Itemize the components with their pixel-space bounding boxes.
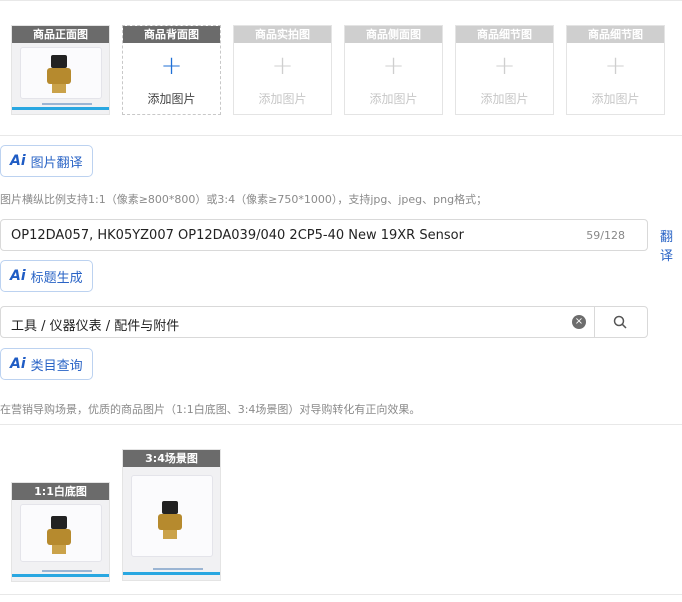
plus-icon[interactable]: + [345, 53, 442, 79]
image-translate-button[interactable]: Ai 图片翻译 [0, 145, 93, 177]
search-icon [613, 315, 627, 329]
category-input[interactable]: 工具 / 仪器仪表 / 配件与附件 × [0, 306, 596, 338]
top-divider [0, 0, 682, 1]
sensor-thread [163, 530, 177, 539]
label-color-strip [12, 574, 109, 577]
title-input[interactable]: OP12DA057, HK05YZ007 OP12DA039/040 2CP5-… [0, 219, 648, 251]
sensor-hex-body [47, 68, 71, 84]
sensor-thread [52, 545, 66, 554]
ai-icon: Ai [10, 153, 26, 169]
image-slot-label: 商品实拍图 [234, 26, 331, 43]
image-slot-label: 商品侧面图 [345, 26, 442, 43]
category-query-button[interactable]: Ai 类目查询 [0, 348, 93, 380]
add-image-text[interactable]: 添加图片 [123, 90, 220, 107]
title-input-value[interactable]: OP12DA057, HK05YZ007 OP12DA039/040 2CP5-… [11, 228, 464, 243]
product-photo-white[interactable] [12, 500, 109, 581]
label-text-strip [42, 103, 92, 105]
add-image-text[interactable]: 添加图片 [234, 90, 331, 107]
plus-icon[interactable]: + [123, 53, 220, 79]
image-slot-front[interactable]: 商品正面图 [11, 25, 110, 115]
add-image-text[interactable]: 添加图片 [345, 90, 442, 107]
ai-icon: Ai [10, 356, 26, 372]
category-search-button[interactable] [594, 306, 648, 338]
title-generate-label: 标题生成 [30, 270, 83, 286]
image-slot-label: 商品细节图 [567, 26, 664, 43]
divider [0, 424, 682, 425]
sensor-hex-body [158, 514, 182, 530]
scene-image-hint: 在营销导购场景，优质的商品图片（1:1白底图、3:4场景图）对导购转化有正向效果… [0, 403, 421, 416]
product-photo-front[interactable] [12, 43, 109, 114]
image-slot-real-shot[interactable]: 商品实拍图 + 添加图片 [233, 25, 332, 115]
image-slot-detail-2[interactable]: 商品细节图 + 添加图片 [566, 25, 665, 115]
category-input-value[interactable]: 工具 / 仪器仪表 / 配件与附件 [11, 315, 179, 334]
sensor-thread [52, 84, 66, 93]
label-color-strip [12, 107, 109, 110]
clear-icon[interactable]: × [572, 315, 586, 329]
image-slot-back[interactable]: 商品背面图 + 添加图片 [122, 25, 221, 115]
label-text-strip [42, 570, 92, 572]
scene-image[interactable]: 3:4场景图 [122, 449, 221, 581]
image-format-hint: 图片横纵比例支持1:1（像素≥800*800）或3:4（像素≥750*1000）… [0, 193, 488, 206]
image-slot-side[interactable]: 商品侧面图 + 添加图片 [344, 25, 443, 115]
sensor-connector [162, 501, 178, 514]
category-query-label: 类目查询 [30, 358, 83, 374]
sensor-connector [51, 55, 67, 68]
sensor-connector [51, 516, 67, 529]
label-color-strip [123, 572, 220, 575]
label-text-strip [153, 568, 203, 570]
image-slot-detail-1[interactable]: 商品细节图 + 添加图片 [455, 25, 554, 115]
title-char-counter: 59/128 [586, 229, 625, 242]
scene-image-label: 1:1白底图 [12, 483, 109, 500]
image-translate-label: 图片翻译 [30, 155, 83, 171]
translate-link[interactable]: 翻译 [660, 226, 682, 264]
ai-icon: Ai [10, 268, 26, 284]
sensor-hex-body [47, 529, 71, 545]
product-photo-scene[interactable] [123, 467, 220, 580]
white-background-image[interactable]: 1:1白底图 [11, 482, 110, 582]
bottom-divider [0, 594, 682, 595]
add-image-text[interactable]: 添加图片 [456, 90, 553, 107]
plus-icon[interactable]: + [567, 53, 664, 79]
plus-icon[interactable]: + [456, 53, 553, 79]
add-image-text[interactable]: 添加图片 [567, 90, 664, 107]
image-slot-label: 商品正面图 [12, 26, 109, 43]
divider [0, 135, 682, 136]
scene-image-label: 3:4场景图 [123, 450, 220, 467]
image-slot-label: 商品细节图 [456, 26, 553, 43]
title-generate-button[interactable]: Ai 标题生成 [0, 260, 93, 292]
image-slot-label: 商品背面图 [123, 26, 220, 43]
plus-icon[interactable]: + [234, 53, 331, 79]
